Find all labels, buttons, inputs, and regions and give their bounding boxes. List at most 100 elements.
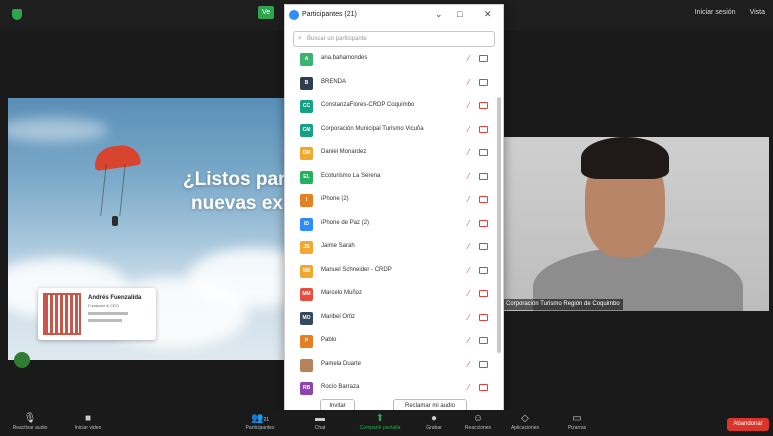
- participants-button[interactable]: 👥21 Participantes: [240, 412, 280, 431]
- microphone-muted-icon: ⁄: [468, 265, 470, 275]
- video-off-icon: [479, 196, 488, 203]
- card-detail-line: [88, 312, 128, 315]
- slide-title: ¿Listos par nuevas ex: [183, 168, 285, 216]
- participants-icon: 👥21: [250, 413, 269, 424]
- chat-button[interactable]: ▬ Chat: [310, 412, 330, 431]
- participant-row[interactable]: ID iPhone de Paz (2) ⁄: [293, 214, 493, 238]
- video-person-hair: [581, 137, 669, 179]
- participant-avatar: DM: [300, 147, 313, 160]
- whiteboards-button[interactable]: ▭ Pizarras: [562, 412, 592, 431]
- participant-name: iPhone de Paz (2): [321, 219, 370, 226]
- unmute-audio-button[interactable]: 🎙 Reactivar audio: [10, 412, 50, 431]
- microphone-muted-icon: ⁄: [468, 124, 470, 134]
- participant-name: ana.bahamondes: [321, 55, 368, 61]
- view-badge[interactable]: Ve: [258, 6, 275, 19]
- zoom-meeting-window: Ve Iniciar sesión Vista ¿Listos par nuev…: [0, 0, 773, 436]
- participant-name: iPhone (2): [321, 196, 349, 202]
- participant-name: Marcelo Muñoz: [321, 290, 363, 296]
- participant-row[interactable]: IiPhone (2) ⁄: [293, 190, 493, 214]
- participant-row[interactable]: Aana.bahamondes ⁄: [293, 49, 493, 73]
- video-off-icon: [479, 360, 488, 368]
- video-name-label: Corporación Turismo Región de Coquimbo: [503, 299, 623, 310]
- participant-list-scrollbar[interactable]: [497, 97, 501, 353]
- close-icon[interactable]: ✕: [484, 9, 492, 20]
- video-off-icon: [479, 384, 488, 391]
- participant-avatar: EL: [300, 170, 313, 184]
- participant-row[interactable]: MO Maribel Ortiz ⁄: [293, 308, 493, 332]
- paraglider-pilot: [112, 216, 118, 226]
- share-label: Compartir pantalla: [359, 425, 401, 431]
- microphone-muted-icon: ⁄: [468, 101, 470, 110]
- participant-row[interactable]: P Pablo ⁄: [293, 331, 493, 355]
- microphone-muted-icon: ⁄: [468, 148, 470, 157]
- participant-row[interactable]: JS Jaime Sarah ⁄: [293, 237, 493, 261]
- participant-avatar: MO: [300, 311, 313, 325]
- participant-video[interactable]: Corporación Turismo Región de Coquimbo: [503, 137, 769, 311]
- participants-panel: Participantes (21) ⌄ □ ✕ ⌕ Buscar un par…: [284, 4, 504, 418]
- chevron-down-icon[interactable]: ⌄: [435, 9, 443, 20]
- microphone-muted-icon: ⁄: [468, 336, 470, 345]
- microphone-muted-icon: ⁄: [468, 383, 470, 392]
- participant-list: Aana.bahamondes ⁄ B BRENDA ⁄ CC ConstanzaFlore…: [293, 49, 493, 401]
- participant-avatar: MM: [300, 288, 313, 301]
- maximize-icon[interactable]: □: [457, 9, 462, 19]
- sign-in-link[interactable]: Iniciar sesión: [695, 9, 736, 16]
- participant-row[interactable]: MS Manuel Schneider - CRDP ⁄: [293, 261, 493, 285]
- leave-meeting-button[interactable]: Abandonar: [727, 418, 769, 431]
- microphone-muted-icon: ⁄: [468, 77, 470, 87]
- participant-avatar: CC: [300, 100, 313, 113]
- participant-name: Maribel Ortiz: [321, 313, 356, 320]
- whiteboards-label: Pizarras: [567, 425, 587, 431]
- search-placeholder: Buscar un participante: [307, 36, 367, 42]
- participant-row[interactable]: CM Corporación Municipal Turismo Vicuña ⁄: [293, 120, 493, 144]
- annotate-pen-icon[interactable]: [14, 352, 30, 368]
- participant-name: Daniel Monardez: [321, 149, 367, 155]
- participant-row[interactable]: Pamela Duarte ⁄: [293, 355, 493, 379]
- participant-search-input[interactable]: ⌕ Buscar un participante: [293, 31, 495, 47]
- microphone-muted-icon: ⁄: [468, 289, 470, 298]
- panel-header: Participantes (21) ⌄ □ ✕: [285, 5, 503, 27]
- participant-name: Manuel Schneider - CRDP: [321, 266, 392, 273]
- audio-label: Reactivar audio: [12, 425, 48, 431]
- slide-title-line1: ¿Listos par: [183, 169, 286, 190]
- start-video-button[interactable]: ■ Iniciar video: [70, 412, 106, 431]
- participant-row[interactable]: EL Ecoturismo La Serena ⁄: [293, 167, 493, 191]
- participants-label: Participantes: [245, 425, 275, 431]
- record-icon: ●: [430, 413, 438, 424]
- cloud-shape: [8, 118, 108, 142]
- apps-icon: ◇: [521, 413, 529, 424]
- share-screen-button[interactable]: ⬆ Compartir pantalla: [352, 412, 408, 431]
- reactions-label: Reacciones: [464, 425, 492, 431]
- share-screen-icon: ⬆: [375, 413, 385, 424]
- panel-title: Participantes (21): [302, 11, 357, 18]
- video-off-icon: [479, 102, 488, 109]
- participant-avatar: JS: [300, 241, 313, 254]
- microphone-muted-icon: ⁄: [468, 54, 470, 63]
- reactions-button[interactable]: ☺ Reacciones: [460, 412, 496, 431]
- microphone-muted-icon: ⁄: [468, 171, 470, 181]
- top-right-controls: Iniciar sesión Vista: [695, 9, 765, 16]
- participant-name: Jaime Sarah: [321, 243, 355, 249]
- video-off-icon: [479, 313, 488, 321]
- participant-row[interactable]: MM Marcelo Muñoz ⁄: [293, 284, 493, 308]
- microphone-muted-icon: ⁄: [468, 312, 470, 322]
- participant-row[interactable]: B BRENDA ⁄: [293, 73, 493, 97]
- participant-avatar: CM: [300, 123, 313, 137]
- participant-name: Pamela Duarte: [321, 360, 362, 367]
- record-button[interactable]: ● Grabar: [422, 412, 446, 431]
- qr-code: [43, 293, 81, 335]
- card-name: Andrés Fuenzalida: [88, 295, 142, 301]
- security-shield-icon[interactable]: [12, 9, 22, 20]
- meeting-toolbar: 🎙 Reactivar audio ■ Iniciar video 👥21 Pa…: [0, 410, 773, 436]
- participant-avatar: RB: [300, 382, 313, 395]
- apps-button[interactable]: ◇ Aplicaciones: [505, 412, 545, 431]
- paraglider-lines: [100, 164, 126, 216]
- participant-name: Rocío Barraza: [321, 384, 360, 390]
- microphone-muted-icon: ⁄: [468, 359, 470, 369]
- video-off-icon: [479, 337, 488, 344]
- participant-avatar: [300, 358, 313, 372]
- video-off-icon: [479, 266, 488, 274]
- participant-row[interactable]: CC ConstanzaFlores-CRDP Coquimbo ⁄: [293, 96, 493, 120]
- participant-row[interactable]: DM Daniel Monardez ⁄: [293, 143, 493, 167]
- view-menu[interactable]: Vista: [750, 9, 765, 16]
